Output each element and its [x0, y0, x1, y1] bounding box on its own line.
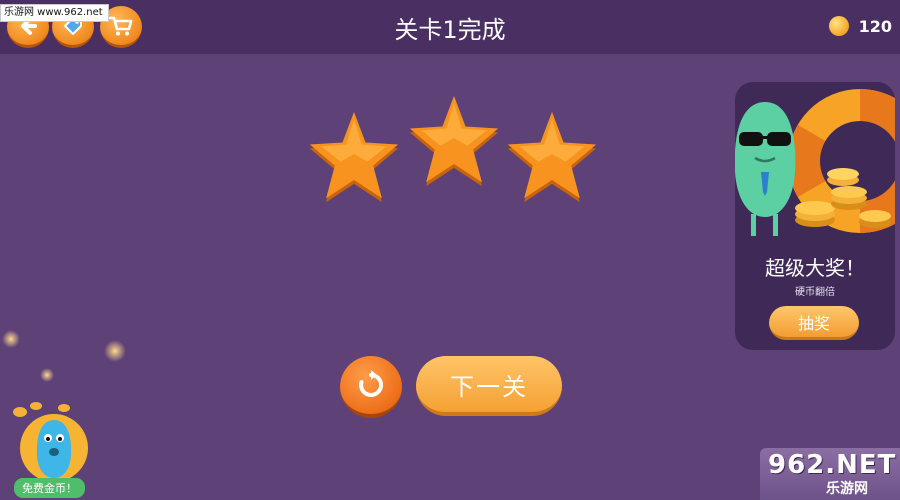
star-icon [309, 111, 399, 203]
page-title: 关卡1完成 [394, 16, 506, 44]
free-coins-button[interactable]: 免费金币！ [6, 398, 106, 500]
coin-icon [828, 16, 849, 36]
sparkle-decoration [2, 330, 20, 348]
watermark-top-left: 乐游网 www.962.net [0, 4, 109, 22]
sparkle-decoration [104, 340, 126, 362]
star-icon [507, 111, 597, 203]
free-coins-label: 免费金币！ [14, 478, 85, 498]
jackpot-subtitle: 硬币翻倍 [795, 287, 835, 298]
next-level-button[interactable]: 下一关 [416, 356, 562, 416]
jackpot-panel: 超级大奖！ 硬币翻倍 抽奖 [735, 82, 895, 350]
watermark-bottom-right: 962.NET 乐游网 [760, 448, 900, 500]
star-icon [409, 95, 499, 187]
star-rating [306, 92, 601, 212]
coin-balance: 120 [828, 16, 892, 36]
coin-stack-image [795, 168, 891, 228]
replay-icon [359, 370, 384, 397]
watermark-main: 962.NET [768, 450, 897, 480]
free-coins-mascot-icon [13, 402, 88, 482]
shopping-cart-icon [108, 16, 133, 35]
coin-count: 120 [858, 16, 892, 36]
watermark-sub: 乐游网 [826, 481, 868, 497]
replay-button[interactable] [340, 356, 402, 418]
lottery-draw-button[interactable]: 抽奖 [769, 306, 859, 340]
sparkle-decoration [40, 368, 54, 382]
jackpot-title: 超级大奖！ [765, 256, 865, 280]
